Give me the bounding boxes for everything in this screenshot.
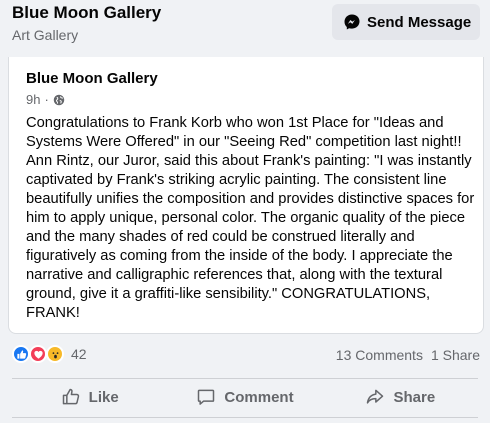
page-header: Blue Moon Gallery Art Gallery Send Messa… [0,0,490,56]
post-actions: Like Comment Share [12,379,478,415]
post-timestamp[interactable]: 9h [26,92,40,107]
actions-divider-bottom [12,417,478,418]
post-card: Blue Moon Gallery 9h · Congratulations t… [8,57,484,334]
page-category[interactable]: Art Gallery [12,27,78,43]
share-label: Share [393,388,436,406]
share-button[interactable]: Share [323,379,478,415]
post-meta: 9h · [26,92,65,107]
send-message-label: Send Message [367,13,472,31]
wow-icon [46,345,64,363]
page-name[interactable]: Blue Moon Gallery [12,3,161,23]
meta-separator: · [44,92,49,107]
love-icon [29,345,47,363]
comment-icon [198,389,215,405]
share-icon [367,389,384,404]
globe-icon [53,94,65,105]
send-message-button[interactable]: Send Message [332,4,480,40]
like-icon [12,345,30,363]
reactions-summary[interactable]: 42 [12,344,87,364]
reaction-count: 42 [71,346,87,362]
post-author[interactable]: Blue Moon Gallery [26,70,158,87]
comment-label: Comment [224,388,294,406]
shares-count-link[interactable]: 1 Share [431,347,480,363]
thumbs-up-icon [62,388,79,405]
comments-count-link[interactable]: 13 Comments [336,347,423,363]
like-button[interactable]: Like [12,379,167,415]
messenger-icon [344,14,360,30]
post-stats: 13 Comments 1 Share [336,347,480,363]
comment-button[interactable]: Comment [167,379,322,415]
post-text: Congratulations to Frank Korb who won 1s… [26,115,475,321]
like-label: Like [88,388,119,406]
